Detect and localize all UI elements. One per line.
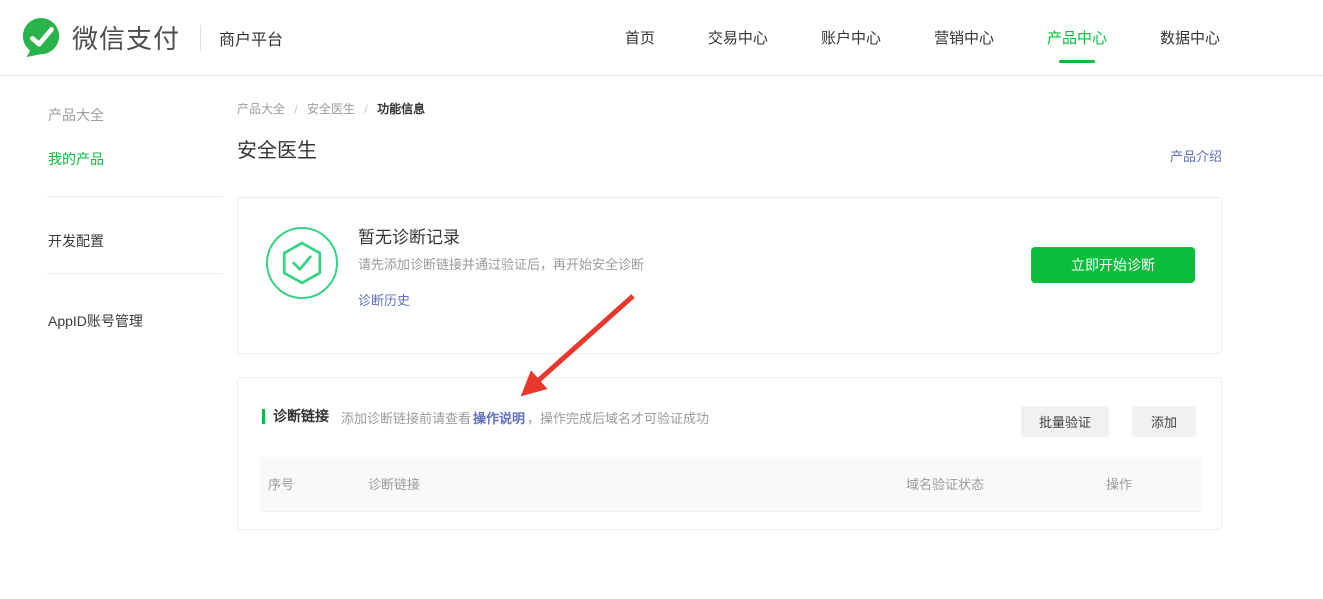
diagnosis-record-card: 暂无诊断记录 请先添加诊断链接并通过验证后，再开始安全诊断 诊断历史 立即开始诊… [237,197,1222,354]
column-header-domain-status: 域名验证状态 [906,457,984,512]
nav-item-product-center[interactable]: 产品中心 [1047,27,1107,48]
breadcrumb-item-all-products[interactable]: 产品大全 [237,102,285,116]
empty-record-title: 暂无诊断记录 [358,223,460,248]
column-header-actions: 操作 [1106,457,1132,512]
sidebar-divider [47,196,223,197]
operation-guide-link[interactable]: 操作说明 [473,411,525,426]
links-table-header: 序号 诊断链接 域名验证状态 操作 [260,457,1201,512]
page-title: 安全医生 [237,134,317,163]
batch-verify-button[interactable]: 批量验证 [1021,406,1109,437]
table-empty-area [260,512,1201,530]
sidebar: 产品大全 我的产品 开发配置 AppID账号管理 [0,76,237,599]
section-accent-bar [262,409,265,424]
brand: 微信支付 商户平台 [0,17,283,59]
sidebar-item-appid-management[interactable]: AppID账号管理 [48,311,143,331]
start-diagnosis-button[interactable]: 立即开始诊断 [1031,247,1195,283]
sidebar-divider [47,273,223,274]
empty-record-subtitle: 请先添加诊断链接并通过验证后，再开始安全诊断 [358,254,644,273]
nav-item-marketing-center[interactable]: 营销中心 [934,27,994,48]
column-header-link: 诊断链接 [368,457,420,512]
breadcrumb-separator: / [294,102,297,116]
column-header-index: 序号 [268,457,294,512]
primary-nav: 首页 交易中心 账户中心 营销中心 产品中心 数据中心 [625,27,1220,48]
brand-divider [200,25,201,51]
breadcrumb-separator: / [364,102,367,116]
main-content: 产品大全 / 安全医生 / 功能信息 安全医生 产品介绍 暂无诊断记录 请先添加… [237,76,1222,599]
shield-check-icon [266,227,338,299]
breadcrumb: 产品大全 / 安全医生 / 功能信息 [237,100,425,117]
nav-item-account-center[interactable]: 账户中心 [821,27,881,48]
sidebar-item-all-products[interactable]: 产品大全 [48,105,104,125]
tip-prefix: 添加诊断链接前请查看 [341,411,471,426]
nav-item-transaction-center[interactable]: 交易中心 [708,27,768,48]
top-header: 微信支付 商户平台 首页 交易中心 账户中心 营销中心 产品中心 数据中心 [0,0,1323,76]
diagnosis-history-link[interactable]: 诊断历史 [358,290,410,309]
section-title: 诊断链接 [273,406,329,426]
nav-item-data-center[interactable]: 数据中心 [1160,27,1220,48]
sidebar-item-dev-config[interactable]: 开发配置 [48,231,104,251]
breadcrumb-item-security-doctor[interactable]: 安全医生 [307,102,355,116]
diagnosis-links-card: 诊断链接 添加诊断链接前请查看操作说明，操作完成后域名才可验证成功 批量验证 添… [237,377,1222,530]
add-link-button[interactable]: 添加 [1132,406,1196,437]
tip-suffix: ，操作完成后域名才可验证成功 [527,411,709,426]
section-tip: 添加诊断链接前请查看操作说明，操作完成后域名才可验证成功 [341,408,709,427]
product-intro-link[interactable]: 产品介绍 [1170,146,1222,165]
nav-item-home[interactable]: 首页 [625,27,655,48]
sidebar-item-my-products[interactable]: 我的产品 [48,149,104,169]
brand-name[interactable]: 微信支付 [72,19,180,56]
breadcrumb-item-current: 功能信息 [377,102,425,116]
portal-label: 商户平台 [219,26,283,50]
wechat-pay-logo-icon[interactable] [20,17,62,59]
